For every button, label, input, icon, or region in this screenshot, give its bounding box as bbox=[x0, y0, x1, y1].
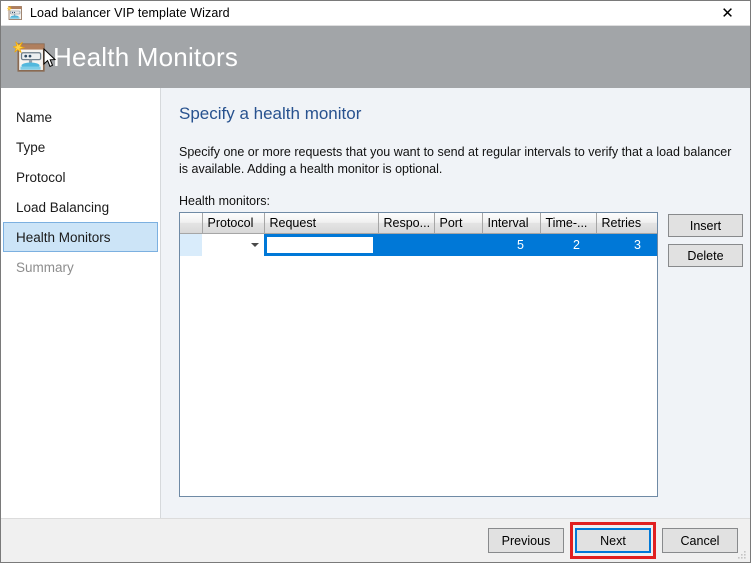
timeout-cell[interactable]: 2 bbox=[540, 233, 596, 256]
column-header-port[interactable]: Port bbox=[434, 213, 483, 234]
sidebar-item-label: Summary bbox=[16, 259, 74, 275]
sidebar-item-type[interactable]: Type bbox=[3, 132, 158, 162]
column-header-retries[interactable]: Retries bbox=[596, 213, 657, 234]
title-bar: Load balancer VIP template Wizard ✕ bbox=[1, 1, 750, 26]
sidebar-item-name[interactable]: Name bbox=[3, 102, 158, 132]
delete-button[interactable]: Delete bbox=[668, 244, 743, 267]
footer-bar: Previous Next Cancel bbox=[1, 518, 750, 562]
health-monitors-grid[interactable]: Protocol Request Respo... Port Interval … bbox=[179, 212, 658, 497]
cancel-button[interactable]: Cancel bbox=[662, 528, 738, 553]
sidebar-item-health-monitors[interactable]: Health Monitors bbox=[3, 222, 158, 252]
sidebar-item-label: Name bbox=[16, 109, 53, 125]
grid-and-buttons: Protocol Request Respo... Port Interval … bbox=[179, 212, 743, 497]
interval-cell[interactable]: 5 bbox=[482, 233, 540, 256]
sidebar-item-label: Health Monitors bbox=[16, 229, 111, 245]
request-cell[interactable] bbox=[264, 233, 378, 256]
content-area: Name Type Protocol Load Balancing Health… bbox=[1, 88, 750, 518]
column-header-interval[interactable]: Interval bbox=[482, 213, 541, 234]
next-button[interactable]: Next bbox=[575, 528, 651, 553]
sidebar-item-label: Type bbox=[16, 139, 46, 155]
column-header-response[interactable]: Respo... bbox=[378, 213, 435, 234]
grid-side-buttons: Insert Delete bbox=[668, 212, 743, 267]
next-button-wrapper: Next bbox=[570, 522, 656, 559]
wizard-page-icon bbox=[13, 40, 47, 74]
wizard-window: Load balancer VIP template Wizard ✕ Heal… bbox=[0, 0, 751, 563]
section-description: Specify one or more requests that you wa… bbox=[179, 145, 732, 176]
resize-grip-icon[interactable] bbox=[737, 550, 747, 560]
health-monitors-table: Protocol Request Respo... Port Interval … bbox=[180, 213, 657, 256]
sidebar-item-label: Protocol bbox=[16, 169, 66, 185]
sidebar-item-summary: Summary bbox=[3, 252, 158, 282]
wizard-steps-sidebar: Name Type Protocol Load Balancing Health… bbox=[1, 88, 161, 518]
page-title: Health Monitors bbox=[53, 41, 239, 72]
table-header-row: Protocol Request Respo... Port Interval … bbox=[180, 213, 657, 234]
window-title: Load balancer VIP template Wizard bbox=[30, 6, 230, 20]
insert-button[interactable]: Insert bbox=[668, 214, 743, 237]
row-selector-cell[interactable] bbox=[180, 233, 202, 256]
main-panel: Specify a health monitor Specify one or … bbox=[161, 88, 750, 518]
column-header-protocol[interactable]: Protocol bbox=[202, 213, 265, 234]
sidebar-item-protocol[interactable]: Protocol bbox=[3, 162, 158, 192]
wizard-banner: Health Monitors bbox=[1, 26, 750, 88]
sidebar-item-label: Load Balancing bbox=[16, 199, 110, 215]
table-row[interactable]: 5 2 3 bbox=[180, 233, 657, 256]
protocol-dropdown[interactable] bbox=[202, 234, 264, 256]
port-cell[interactable] bbox=[434, 233, 482, 256]
retries-cell[interactable]: 3 bbox=[596, 233, 657, 256]
window-icon bbox=[7, 5, 23, 21]
previous-button[interactable]: Previous bbox=[488, 528, 564, 553]
health-monitors-label: Health monitors: bbox=[179, 194, 271, 208]
protocol-cell[interactable] bbox=[202, 233, 264, 256]
column-header-selector[interactable] bbox=[180, 213, 203, 234]
chevron-down-icon bbox=[251, 243, 259, 247]
response-cell[interactable] bbox=[378, 233, 434, 256]
section-heading: Specify a health monitor bbox=[179, 104, 362, 123]
sidebar-item-load-balancing[interactable]: Load Balancing bbox=[3, 192, 158, 222]
close-icon[interactable]: ✕ bbox=[705, 1, 750, 25]
column-header-request[interactable]: Request bbox=[264, 213, 379, 234]
column-header-timeout[interactable]: Time-... bbox=[540, 213, 597, 234]
request-input[interactable] bbox=[265, 235, 375, 255]
